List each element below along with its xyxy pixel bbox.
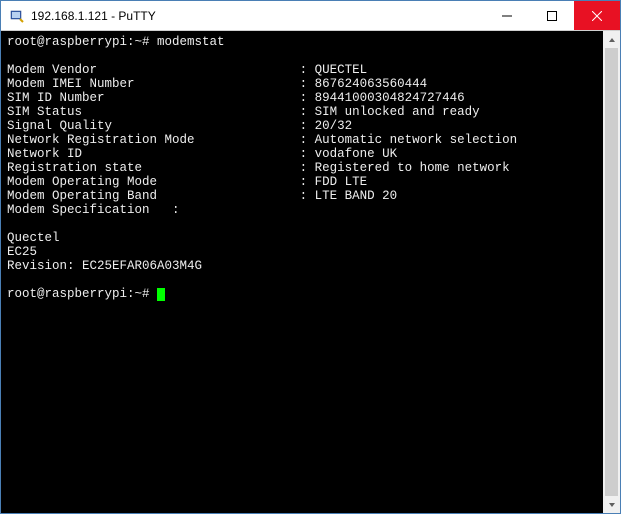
putty-window: 192.168.1.121 - PuTTY root@raspberrypi:~… [0,0,621,514]
putty-icon [9,8,25,24]
field-value: QUECTEL [315,63,368,77]
minimize-button[interactable] [484,1,529,30]
field-label: Modem IMEI Number [7,77,300,91]
field-label: Modem Operating Mode [7,175,300,189]
scroll-up-arrow-icon[interactable] [603,31,620,48]
field-label: Registration state [7,161,300,175]
field-colon: : [300,105,315,119]
field-value: Registered to home network [315,161,510,175]
field-label: Modem Vendor [7,63,300,77]
field-value: LTE BAND 20 [315,189,398,203]
field-value: vodafone UK [315,147,398,161]
field-value: Automatic network selection [315,133,518,147]
field-value: FDD LTE [315,175,368,189]
scroll-down-arrow-icon[interactable] [603,496,620,513]
window-title: 192.168.1.121 - PuTTY [31,9,484,23]
field-label: Network ID [7,147,300,161]
field-label: SIM Status [7,105,300,119]
field-colon: : [300,133,315,147]
prompt: root@raspberrypi:~# [7,287,157,301]
field-colon: : [300,77,315,91]
field-value: SIM unlocked and ready [315,105,480,119]
field-value: 20/32 [315,119,353,133]
maximize-button[interactable] [529,1,574,30]
window-controls [484,1,620,30]
field-colon: : [300,189,315,203]
field-colon: : [300,119,315,133]
field-value: 867624063560444 [315,77,428,91]
field-colon: : [300,161,315,175]
spec-revision: Revision: EC25EFAR06A03M4G [7,259,202,273]
prompt: root@raspberrypi:~# [7,35,157,49]
field-colon: : [300,63,315,77]
field-label: Network Registration Mode [7,133,300,147]
cursor [157,288,165,301]
field-colon: : [300,91,315,105]
command: modemstat [157,35,225,49]
terminal-area: root@raspberrypi:~# modemstat Modem Vend… [1,31,620,513]
scrollbar[interactable] [603,31,620,513]
titlebar[interactable]: 192.168.1.121 - PuTTY [1,1,620,31]
close-button[interactable] [574,1,620,30]
spec-model: EC25 [7,245,37,259]
terminal[interactable]: root@raspberrypi:~# modemstat Modem Vend… [1,31,603,513]
field-label: SIM ID Number [7,91,300,105]
scroll-track[interactable] [603,48,620,496]
field-label: Signal Quality [7,119,300,133]
field-label: Modem Specification : [7,203,180,217]
field-label: Modem Operating Band [7,189,300,203]
scroll-thumb[interactable] [605,48,618,496]
field-colon: : [300,175,315,189]
spec-vendor: Quectel [7,231,60,245]
field-colon: : [300,147,315,161]
field-value: 89441000304824727446 [315,91,465,105]
